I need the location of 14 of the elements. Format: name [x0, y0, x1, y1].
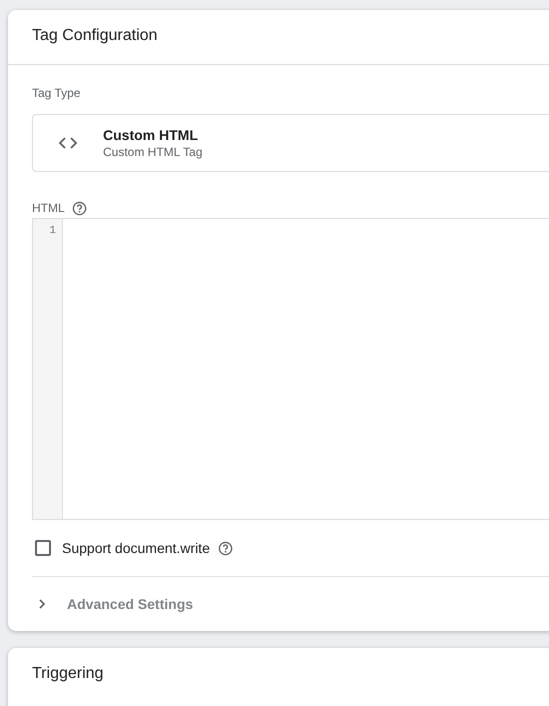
- field-label: Tag Type: [32, 86, 80, 100]
- advanced-settings-toggle[interactable]: Advanced Settings: [32, 577, 194, 631]
- tag-type-selector[interactable]: Custom HTML Custom HTML Tag: [32, 114, 549, 172]
- checkbox-label: Support document.write: [62, 540, 210, 556]
- checkbox[interactable]: [35, 540, 51, 556]
- tag-type-name: Custom HTML: [103, 127, 199, 143]
- tag-type-description: Custom HTML Tag: [103, 145, 202, 159]
- help-icon[interactable]: [72, 200, 87, 216]
- help-icon[interactable]: [218, 540, 233, 556]
- field-label: HTML: [32, 201, 65, 215]
- code-editor[interactable]: 1: [32, 218, 549, 520]
- card-title: Tag Configuration: [31, 26, 158, 46]
- card-title: Triggering: [31, 664, 104, 684]
- line-number-gutter: 1: [33, 219, 63, 519]
